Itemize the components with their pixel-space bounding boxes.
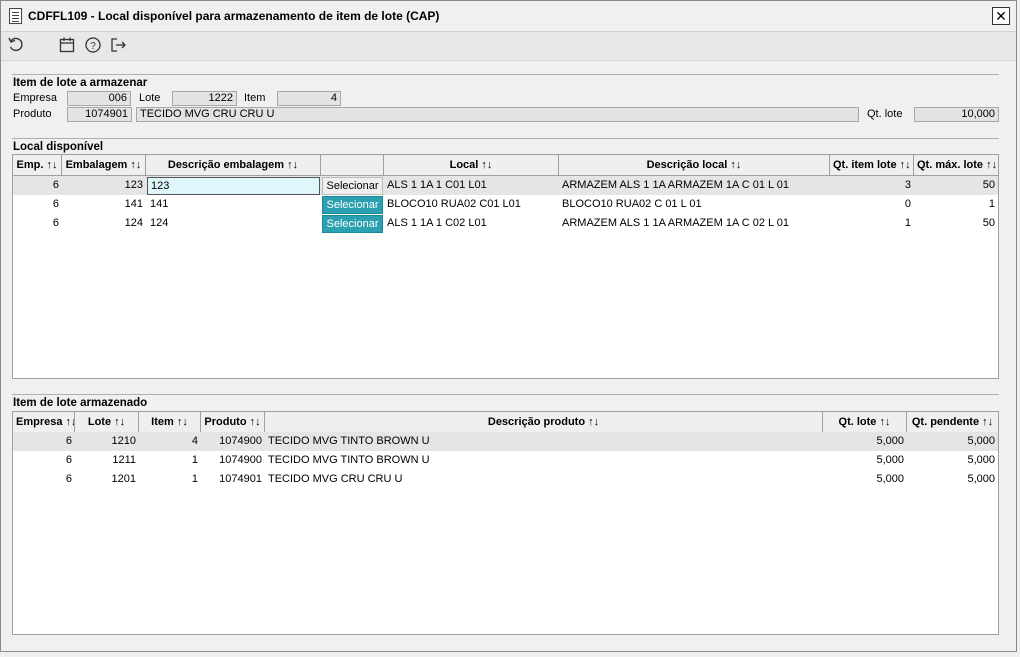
table-row[interactable]: 6 141 141 Selecionar BLOCO10 RUA02 C01 L… [13, 195, 998, 214]
col-lote[interactable]: Lote ↑↓ [75, 412, 139, 432]
select-button[interactable]: Selecionar [322, 196, 383, 214]
col-qt-pendente[interactable]: Qt. pendente ↑↓ [907, 412, 998, 432]
qt-pendente-cell: 5,000 [967, 454, 995, 466]
descricao-cell: TECIDO MVG TINTO BROWN U [268, 435, 430, 447]
produto-cell: 1074901 [219, 473, 262, 485]
table-row[interactable]: 6 123 123 Selecionar ALS 1 1A 1 C01 L01 … [13, 176, 998, 195]
item-field: 4 [277, 91, 341, 106]
qt-item-cell: 3 [904, 179, 911, 191]
qt-lote-cell: 5,000 [876, 454, 904, 466]
produto-desc-field: TECIDO MVG CRU CRU U [136, 107, 859, 122]
desc-embalagem-cell[interactable]: 124 [147, 214, 320, 233]
embalagem-cell: 124 [124, 217, 143, 229]
stored-grid: Empresa ↑↓ Lote ↑↓ Item ↑↓ Produto ↑↓ De… [12, 411, 999, 635]
col-embalagem[interactable]: Embalagem ↑↓ [62, 155, 146, 175]
table-row[interactable]: 6 1201 1 1074901 TECIDO MVG CRU CRU U 5,… [13, 470, 998, 489]
local-cell: ALS 1 1A 1 C01 L01 [387, 179, 487, 191]
produto-cell: 1074900 [219, 435, 262, 447]
local-cell: ALS 1 1A 1 C02 L01 [387, 217, 487, 229]
desc-local-cell: ARMAZEM ALS 1 1A ARMAZEM 1A C 01 L 01 [562, 179, 790, 191]
lote-cell: 1201 [111, 473, 136, 485]
qt-lote-cell: 5,000 [876, 473, 904, 485]
qt-lote-label: Qt. lote [867, 108, 903, 120]
empresa-cell: 6 [65, 473, 72, 485]
desc-embalagem-cell[interactable]: 141 [147, 195, 320, 214]
empresa-field: 006 [67, 91, 131, 106]
item-section-title: Item de lote a armazenar [13, 77, 148, 89]
help-icon[interactable]: ? [84, 36, 102, 54]
qt-max-cell: 50 [982, 179, 995, 191]
exit-icon[interactable] [109, 36, 127, 54]
svg-text:?: ? [90, 41, 96, 52]
toolbar: ? [1, 32, 1016, 61]
produto-cell: 1074900 [219, 454, 262, 466]
col-item[interactable]: Item ↑↓ [139, 412, 201, 432]
item-cell: 4 [191, 435, 198, 447]
table-row[interactable]: 6 1210 4 1074900 TECIDO MVG TINTO BROWN … [13, 432, 998, 451]
table-row[interactable]: 6 1211 1 1074900 TECIDO MVG TINTO BROWN … [13, 451, 998, 470]
col-qt-max-lote[interactable]: Qt. máx. lote ↑↓ [914, 155, 998, 175]
desc-embalagem-input[interactable]: 123 [147, 177, 320, 195]
qt-item-cell: 1 [904, 217, 911, 229]
close-button[interactable]: ✕ [992, 7, 1010, 25]
empresa-label: Empresa [13, 92, 58, 104]
emp-cell: 6 [52, 217, 59, 229]
col-produto[interactable]: Produto ↑↓ [201, 412, 265, 432]
dialog-window: CDFFL109 - Local disponível para armazen… [0, 0, 1017, 652]
col-action [321, 155, 384, 175]
col-emp[interactable]: Emp. ↑↓ [13, 155, 62, 175]
empresa-cell: 6 [65, 435, 72, 447]
embalagem-cell: 141 [124, 198, 143, 210]
qt-lote-field: 10,000 [914, 107, 999, 122]
local-grid: Emp. ↑↓ Embalagem ↑↓ Descrição embalagem… [12, 154, 999, 379]
embalagem-cell: 123 [124, 179, 143, 191]
refresh-icon[interactable] [7, 36, 25, 54]
col-descricao-produto[interactable]: Descrição produto ↑↓ [265, 412, 823, 432]
col-empresa[interactable]: Empresa ↑↓ [13, 412, 75, 432]
local-section-title: Local disponível [13, 141, 104, 153]
descricao-cell: TECIDO MVG TINTO BROWN U [268, 454, 430, 466]
stored-section-title: Item de lote armazenado [13, 397, 148, 409]
item-cell: 1 [191, 454, 198, 466]
qt-item-cell: 0 [904, 198, 911, 210]
qt-max-cell: 1 [988, 198, 995, 210]
col-desc-embalagem[interactable]: Descrição embalagem ↑↓ [146, 155, 321, 175]
qt-pendente-cell: 5,000 [967, 435, 995, 447]
item-label: Item [244, 92, 266, 104]
lote-label: Lote [139, 92, 161, 104]
local-cell: BLOCO10 RUA02 C01 L01 [387, 198, 521, 210]
emp-cell: 6 [52, 179, 59, 191]
title-bar: CDFFL109 - Local disponível para armazen… [1, 1, 1016, 32]
window-title: CDFFL109 - Local disponível para armazen… [28, 9, 440, 23]
descricao-cell: TECIDO MVG CRU CRU U [268, 473, 403, 485]
empresa-cell: 6 [65, 454, 72, 466]
item-cell: 1 [191, 473, 198, 485]
col-desc-local[interactable]: Descrição local ↑↓ [559, 155, 830, 175]
section-divider [12, 74, 999, 75]
lote-field: 1222 [172, 91, 237, 106]
calendar-icon[interactable] [58, 36, 76, 54]
section-divider [12, 138, 999, 139]
qt-max-cell: 50 [982, 217, 995, 229]
qt-pendente-cell: 5,000 [967, 473, 995, 485]
select-button[interactable]: Selecionar [322, 177, 383, 195]
lote-cell: 1210 [111, 435, 136, 447]
local-grid-header: Emp. ↑↓ Embalagem ↑↓ Descrição embalagem… [13, 155, 998, 176]
lote-cell: 1211 [112, 454, 136, 466]
col-qt-item-lote[interactable]: Qt. item lote ↑↓ [830, 155, 914, 175]
emp-cell: 6 [52, 198, 59, 210]
stored-grid-header: Empresa ↑↓ Lote ↑↓ Item ↑↓ Produto ↑↓ De… [13, 412, 998, 433]
desc-local-cell: BLOCO10 RUA02 C 01 L 01 [562, 198, 702, 210]
qt-lote-cell: 5,000 [876, 435, 904, 447]
desc-local-cell: ARMAZEM ALS 1 1A ARMAZEM 1A C 02 L 01 [562, 217, 790, 229]
section-divider [12, 394, 999, 395]
produto-label: Produto [13, 108, 52, 120]
document-icon [9, 8, 22, 24]
produto-code-field: 1074901 [67, 107, 132, 122]
table-row[interactable]: 6 124 124 Selecionar ALS 1 1A 1 C02 L01 … [13, 214, 998, 233]
col-local[interactable]: Local ↑↓ [384, 155, 559, 175]
col-qt-lote[interactable]: Qt. lote ↑↓ [823, 412, 907, 432]
select-button[interactable]: Selecionar [322, 215, 383, 233]
